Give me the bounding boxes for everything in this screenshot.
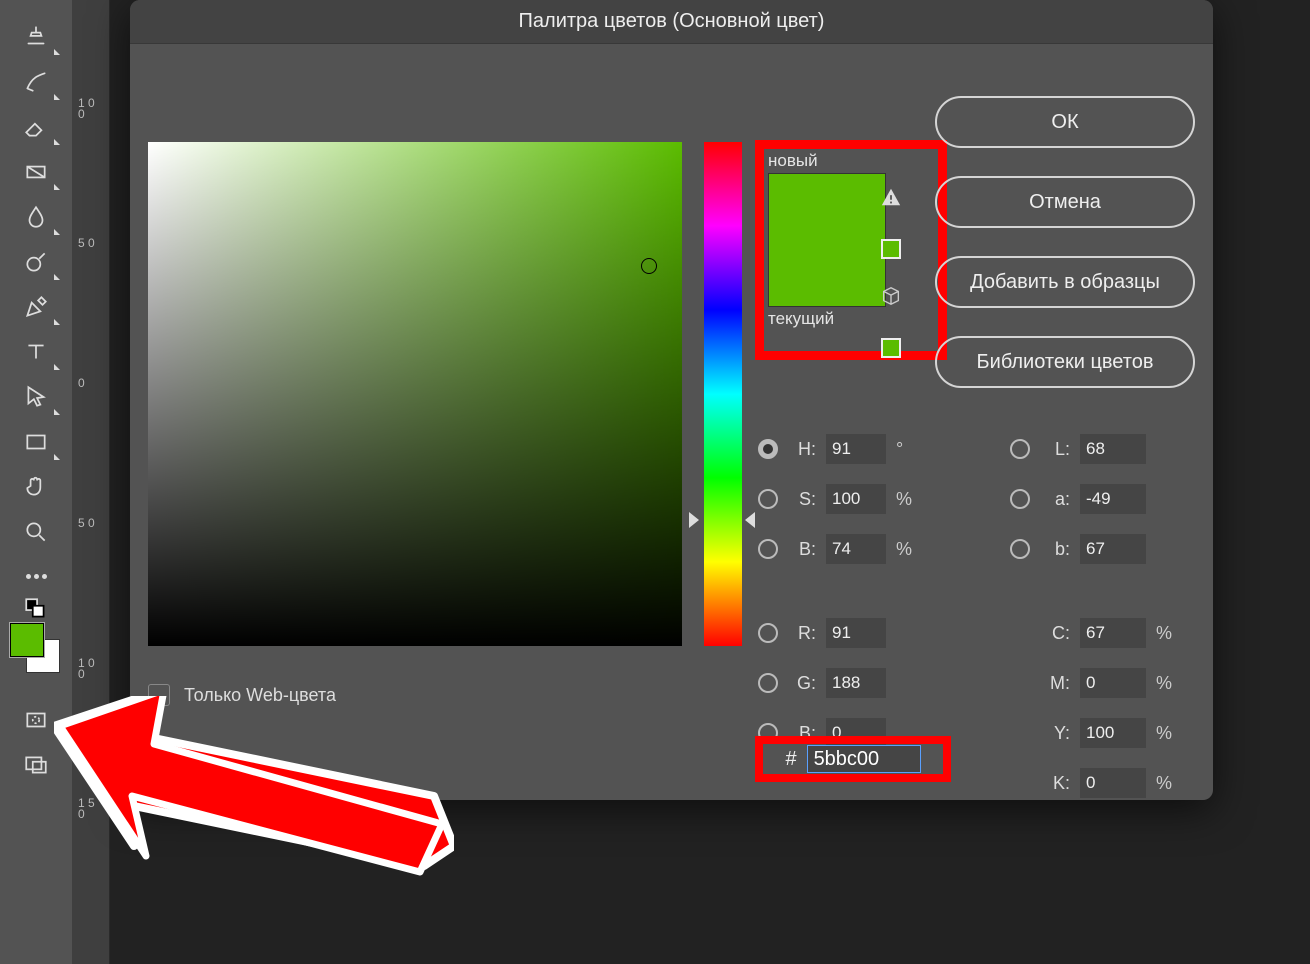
saturation-value-field[interactable]: [148, 142, 682, 646]
r-input[interactable]: [826, 618, 886, 648]
l-label: L:: [1040, 439, 1070, 460]
ok-button[interactable]: ОК: [935, 96, 1195, 148]
bv-radio[interactable]: [758, 539, 778, 559]
dialog-titlebar[interactable]: Палитра цветов (Основной цвет): [130, 0, 1213, 44]
b-radio[interactable]: [1010, 539, 1030, 559]
new-color-swatch[interactable]: [769, 174, 885, 240]
hue-slider[interactable]: [704, 142, 742, 646]
color-preview[interactable]: [768, 173, 886, 307]
k-label: K:: [1040, 773, 1070, 794]
r-radio[interactable]: [758, 623, 778, 643]
l-input[interactable]: [1080, 434, 1146, 464]
preview-side-icons: [880, 186, 902, 358]
g-radio[interactable]: [758, 673, 778, 693]
h-label: H:: [788, 439, 816, 460]
color-libraries-button[interactable]: Библиотеки цветов: [935, 336, 1195, 388]
foreground-color-swatch[interactable]: [10, 623, 44, 657]
s-input[interactable]: [826, 484, 886, 514]
gamut-closest-swatch[interactable]: [881, 239, 901, 259]
eraser-tool[interactable]: [18, 104, 54, 149]
stamp-tool[interactable]: [18, 14, 54, 59]
type-tool[interactable]: [18, 329, 54, 374]
hue-indicator-right: [745, 512, 755, 528]
rectangle-tool[interactable]: [18, 419, 54, 464]
current-color-swatch[interactable]: [769, 240, 885, 306]
s-label: S:: [788, 489, 816, 510]
bv-label: B:: [788, 539, 816, 560]
default-colors-icon[interactable]: [18, 599, 54, 619]
color-picker-indicator: [641, 258, 657, 274]
a-radio[interactable]: [1010, 489, 1030, 509]
gradient-tool[interactable]: [18, 149, 54, 194]
zoom-tool[interactable]: [18, 509, 54, 554]
bv-unit: %: [896, 539, 918, 560]
web-colors-only-option[interactable]: Только Web-цвета: [148, 684, 336, 706]
c-unit: %: [1156, 623, 1178, 644]
h-radio[interactable]: [758, 439, 778, 459]
k-input[interactable]: [1080, 768, 1146, 798]
a-input[interactable]: [1080, 484, 1146, 514]
ruler-mark: 0: [78, 378, 98, 389]
path-selection-tool[interactable]: [18, 374, 54, 419]
vertical-ruler: 1 0 0 5 0 0 5 0 1 0 0 1 5 0: [72, 0, 110, 964]
m-input[interactable]: [1080, 668, 1146, 698]
g-label: G:: [788, 673, 816, 694]
hue-indicator-left: [689, 512, 699, 528]
screen-mode-tool[interactable]: [18, 742, 54, 787]
blur-tool[interactable]: [18, 194, 54, 239]
c-label: C:: [1040, 623, 1070, 644]
a-label: a:: [1040, 489, 1070, 510]
lab-cmyk-fields: L: a: b: C:% M:% Y:% K:%: [1010, 432, 1220, 800]
b-input[interactable]: [1080, 534, 1146, 564]
ruler-mark: 5 0: [78, 518, 98, 529]
history-brush-tool[interactable]: [18, 59, 54, 104]
l-radio[interactable]: [1010, 439, 1030, 459]
h-input[interactable]: [826, 434, 886, 464]
ruler-mark: 5 0: [78, 238, 98, 249]
dialog-title: Палитра цветов (Основной цвет): [519, 10, 825, 33]
cancel-button[interactable]: Отмена: [935, 176, 1195, 228]
s-unit: %: [896, 489, 918, 510]
color-picker-dialog: Палитра цветов (Основной цвет) новый тек…: [130, 0, 1213, 800]
ruler-mark: 1 0 0: [78, 658, 98, 680]
b-label: b:: [1040, 539, 1070, 560]
edit-toolbar[interactable]: [18, 554, 54, 599]
g-input[interactable]: [826, 668, 886, 698]
hsb-rgb-fields: H:° S:% B:% R: G: B:: [758, 432, 958, 750]
bv-input[interactable]: [826, 534, 886, 564]
tools-panel: [0, 0, 72, 964]
foreground-background-swatches[interactable]: [10, 623, 60, 673]
dialog-buttons: ОК Отмена Добавить в образцы Библиотеки …: [935, 96, 1195, 388]
hex-hash-label: #: [785, 748, 796, 771]
websafe-warning-icon[interactable]: [880, 285, 902, 312]
m-unit: %: [1156, 673, 1178, 694]
web-colors-label: Только Web-цвета: [184, 685, 336, 706]
y-input[interactable]: [1080, 718, 1146, 748]
m-label: M:: [1040, 673, 1070, 694]
r-label: R:: [788, 623, 816, 644]
preview-highlight-annotation: новый текущий: [755, 140, 947, 360]
hex-highlight-annotation: #: [755, 736, 951, 782]
quick-mask-tool[interactable]: [18, 697, 54, 742]
ruler-mark: 1 0 0: [78, 98, 98, 120]
y-label: Y:: [1040, 723, 1070, 744]
s-radio[interactable]: [758, 489, 778, 509]
k-unit: %: [1156, 773, 1178, 794]
dodge-tool[interactable]: [18, 239, 54, 284]
gamut-warning-icon[interactable]: [880, 186, 902, 213]
new-color-label: новый: [768, 151, 936, 171]
y-unit: %: [1156, 723, 1178, 744]
hex-input[interactable]: [807, 745, 921, 773]
websafe-closest-swatch[interactable]: [881, 338, 901, 358]
c-input[interactable]: [1080, 618, 1146, 648]
web-colors-checkbox[interactable]: [148, 684, 170, 706]
h-unit: °: [896, 439, 918, 460]
pen-tool[interactable]: [18, 284, 54, 329]
current-color-label: текущий: [768, 309, 936, 329]
hand-tool[interactable]: [18, 464, 54, 509]
add-to-swatches-button[interactable]: Добавить в образцы: [935, 256, 1195, 308]
ruler-mark: 1 5 0: [78, 798, 98, 820]
